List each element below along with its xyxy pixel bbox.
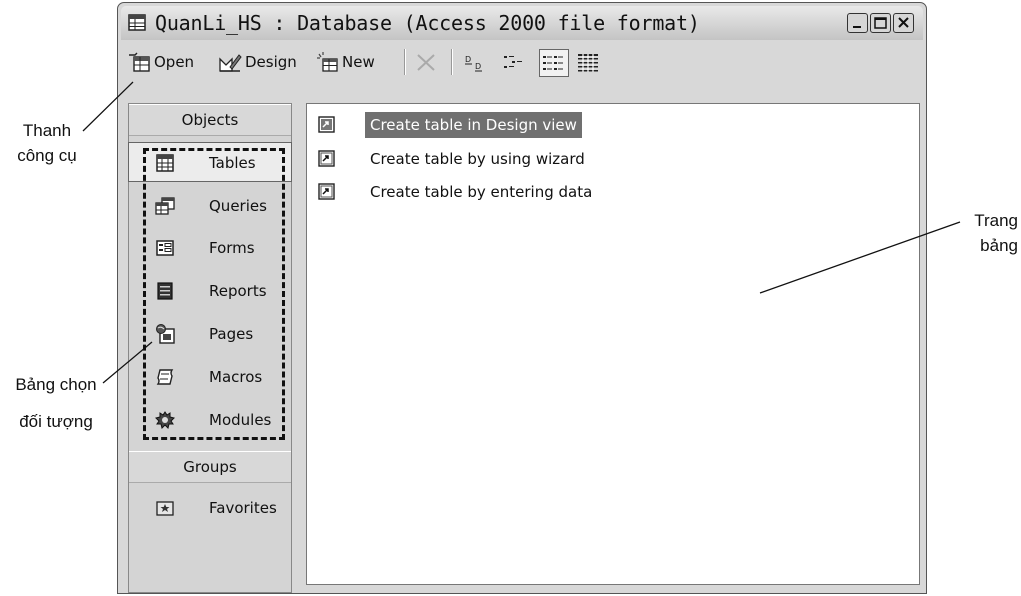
page-leader-line <box>759 221 961 294</box>
objects-leader-line <box>102 341 153 384</box>
toolbar-leader-line <box>82 81 134 132</box>
annotation-lines <box>82 81 961 384</box>
